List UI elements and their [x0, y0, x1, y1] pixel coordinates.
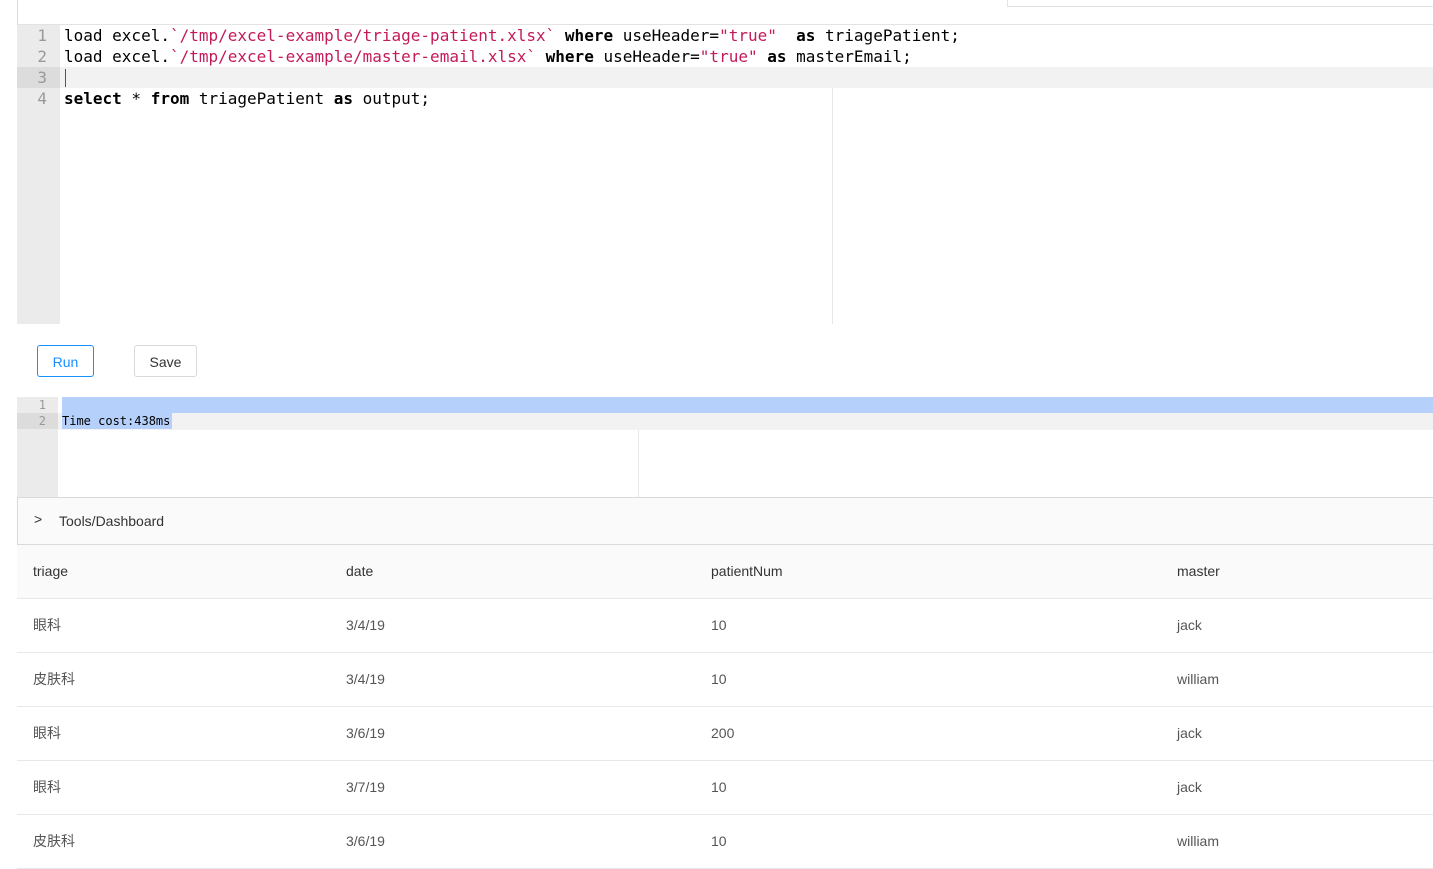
table-row: 皮肤科 3/4/19 10 william: [17, 653, 1433, 707]
cell-master: jack: [1177, 617, 1202, 633]
cell-triage: 眼科: [33, 779, 61, 795]
cell-patientnum: 10: [711, 671, 727, 687]
cell-patientnum: 10: [711, 617, 727, 633]
time-cost-text: Time cost:438ms: [62, 413, 173, 429]
output-print-margin: [638, 430, 639, 497]
table-header: triage date patientNum master: [17, 545, 1433, 599]
cell-patientnum: 10: [711, 833, 727, 849]
table-row: 眼科 3/7/19 10 jack: [17, 761, 1433, 815]
cell-patientnum: 10: [711, 779, 727, 795]
top-right-panel-edge: [1007, 0, 1433, 7]
output-line-number: 2: [17, 413, 58, 429]
output-selection: [62, 397, 1433, 413]
code-string: `/tmp/excel-example/master-email.xlsx`: [169, 47, 537, 66]
cell-triage: 皮肤科: [33, 833, 75, 849]
cell-master: william: [1177, 671, 1219, 687]
editor-active-line: [60, 67, 1433, 88]
cell-triage: 眼科: [33, 725, 61, 741]
code-text: load excel.: [64, 26, 170, 45]
tools-dashboard-panel-header[interactable]: > Tools/Dashboard: [17, 497, 1433, 545]
code-text: triagePatient;: [815, 26, 960, 45]
cell-master: jack: [1177, 725, 1202, 741]
code-line: select * from triagePatient as output;: [64, 88, 430, 109]
code-keyword: from: [150, 89, 190, 108]
cell-triage: 眼科: [33, 617, 61, 633]
cell-date: 3/4/19: [346, 671, 385, 687]
code-string: "true": [719, 26, 777, 45]
cell-date: 3/4/19: [346, 617, 385, 633]
tools-dashboard-title: Tools/Dashboard: [59, 513, 165, 529]
code-keyword: as: [796, 26, 816, 45]
code-text: useHeader=: [613, 26, 720, 45]
cell-master: jack: [1177, 779, 1202, 795]
column-header-patientnum[interactable]: patientNum: [711, 545, 783, 598]
code-text: triagePatient: [189, 89, 334, 108]
line-number: 2: [37, 47, 47, 66]
line-number: 4: [37, 89, 47, 108]
run-button[interactable]: Run: [37, 345, 94, 377]
cell-triage: 皮肤科: [33, 671, 75, 687]
table-row: 眼科 3/6/19 200 jack: [17, 707, 1433, 761]
code-editor[interactable]: 1 load excel.`/tmp/excel-example/triage-p…: [17, 25, 1433, 324]
chevron-right-icon: >: [34, 511, 43, 527]
code-keyword: where: [545, 47, 594, 66]
line-number: 1: [37, 26, 47, 45]
cell-master: william: [1177, 833, 1219, 849]
column-header-date[interactable]: date: [346, 545, 373, 598]
code-keyword: select: [64, 89, 122, 108]
code-text: load excel.: [64, 47, 170, 66]
cell-date: 3/6/19: [346, 725, 385, 741]
output-console[interactable]: 1 2 Time cost:438ms: [17, 397, 1433, 497]
code-keyword: as: [767, 47, 787, 66]
output-active-line: [58, 413, 1433, 430]
column-header-master[interactable]: master: [1177, 545, 1220, 598]
code-string: "true": [699, 47, 758, 66]
editor-print-margin: [832, 88, 833, 324]
code-text: useHeader=: [593, 47, 700, 66]
column-header-triage[interactable]: triage: [33, 545, 68, 598]
code-text: output;: [353, 89, 431, 108]
code-keyword: where: [564, 26, 614, 45]
code-text: *: [121, 89, 151, 108]
table-row: 眼科 3/4/19 10 jack: [17, 599, 1433, 653]
code-string: `/tmp/excel-example/triage-patient.xlsx`: [169, 26, 556, 45]
code-line: load excel.`/tmp/excel-example/triage-pa…: [64, 25, 960, 46]
cell-patientnum: 200: [711, 725, 735, 741]
output-line-number: 1: [38, 398, 46, 412]
code-keyword: as: [333, 89, 353, 108]
cell-date: 3/6/19: [346, 833, 385, 849]
code-line: load excel.`/tmp/excel-example/master-em…: [64, 46, 912, 67]
result-table: triage date patientNum master 眼科 3/4/19 …: [17, 545, 1433, 869]
code-text: masterEmail;: [786, 47, 912, 66]
top-frame-border: [17, 0, 18, 24]
text-cursor: [65, 69, 66, 87]
cell-date: 3/7/19: [346, 779, 385, 795]
line-number: 3: [17, 67, 60, 88]
save-button[interactable]: Save: [134, 345, 197, 377]
